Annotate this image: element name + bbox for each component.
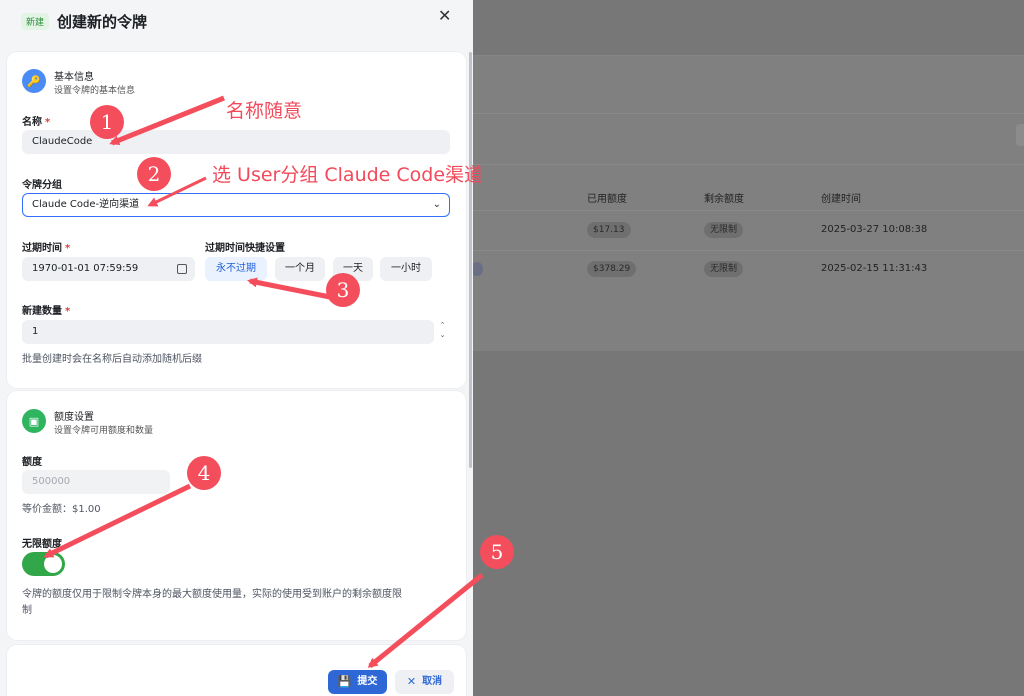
quota-subtitle: 设置令牌可用额度和数量 xyxy=(54,426,154,436)
column-header-created: 创建时间 xyxy=(821,194,861,205)
amount-label: 额度 xyxy=(22,457,42,468)
new-tag: 新建 xyxy=(21,12,50,30)
count-hint: 批量创建时会在名称后自动添加随机后缀 xyxy=(22,354,202,365)
created-time: 2025-02-15 11:31:43 xyxy=(821,263,928,274)
basic-info-title: 基本信息 xyxy=(54,72,94,83)
token-table-card xyxy=(473,55,1024,351)
search-button-stub xyxy=(1016,124,1024,146)
cancel-button[interactable]: ✕ 取消 xyxy=(395,670,454,694)
count-label: 新建数量 * xyxy=(22,306,71,317)
card-icon: ▣ xyxy=(22,409,46,433)
name-label: 名称 * xyxy=(22,117,51,128)
scrollbar[interactable] xyxy=(469,52,472,468)
quota-note-line1: 令牌的额度仅用于限制令牌本身的最大额度使用量，实际的使用受到账户的剩余额度限 xyxy=(22,589,402,600)
divider xyxy=(473,210,1024,211)
submit-button[interactable]: 💾 提交 xyxy=(328,670,387,694)
unlimited-toggle[interactable] xyxy=(22,552,65,576)
divider xyxy=(473,250,1024,251)
sheet-title: 创建新的令牌 xyxy=(57,12,148,31)
column-header-used: 已用额度 xyxy=(587,194,627,205)
remaining-badge: 无限制 xyxy=(704,261,744,277)
annotation-number-1: 1 xyxy=(90,105,124,139)
used-badge: $378.29 xyxy=(587,261,637,277)
never-expire-button[interactable]: 永不过期 xyxy=(205,257,267,281)
annotation-number-3: 3 xyxy=(326,273,360,307)
expire-label: 过期时间 * xyxy=(22,243,71,254)
chevron-down-icon: ⌄ xyxy=(432,199,441,210)
divider xyxy=(473,164,1024,165)
quick-expire-label: 过期时间快捷设置 xyxy=(205,243,285,254)
used-badge: $17.13 xyxy=(587,222,631,238)
annotation-text-2: 选 User分组 Claude Code渠道 xyxy=(212,164,484,186)
one-hour-button[interactable]: 一小时 xyxy=(380,257,432,281)
divider xyxy=(473,113,1024,114)
group-label: 令牌分组 xyxy=(22,180,62,191)
name-input[interactable]: ClaudeCode xyxy=(22,130,450,154)
annotation-number-2: 2 xyxy=(137,157,171,191)
group-select-value: Claude Code-逆向渠道 xyxy=(32,199,140,210)
quota-note-line2: 制 xyxy=(22,605,32,616)
key-icon: 🔑 xyxy=(22,69,46,93)
amount-input[interactable]: 500000 xyxy=(22,470,170,494)
count-input[interactable]: 1 xyxy=(22,320,434,344)
annotation-number-4: 4 xyxy=(187,456,221,490)
one-month-button[interactable]: 一个月 xyxy=(275,257,325,281)
save-icon: 💾 xyxy=(337,675,352,688)
annotation-number-5: 5 xyxy=(480,535,514,569)
remaining-badge: 无限制 xyxy=(704,222,744,238)
sheet-header: 新建 创建新的令牌 xyxy=(0,0,473,42)
expire-date-value: 1970-01-01 07:59:59 xyxy=(32,263,139,274)
close-icon[interactable]: ✕ xyxy=(438,6,451,25)
toggle-knob xyxy=(44,555,62,573)
calendar-icon[interactable] xyxy=(177,264,187,274)
basic-info-subtitle: 设置令牌的基本信息 xyxy=(54,86,136,96)
column-header-remaining: 剩余额度 xyxy=(704,194,744,205)
annotation-text-1: 名称随意 xyxy=(226,100,303,122)
quota-title: 额度设置 xyxy=(54,412,94,423)
close-icon: ✕ xyxy=(406,675,417,688)
created-time: 2025-03-27 10:08:38 xyxy=(821,224,928,235)
expire-date-input[interactable]: 1970-01-01 07:59:59 xyxy=(22,257,195,281)
unlimited-label: 无限额度 xyxy=(22,539,62,550)
group-select[interactable]: Claude Code-逆向渠道 ⌄ xyxy=(22,193,450,217)
count-stepper[interactable]: ⌃ ⌄ xyxy=(437,320,448,344)
equiv-amount: 等价金额：$1.00 xyxy=(22,504,101,515)
